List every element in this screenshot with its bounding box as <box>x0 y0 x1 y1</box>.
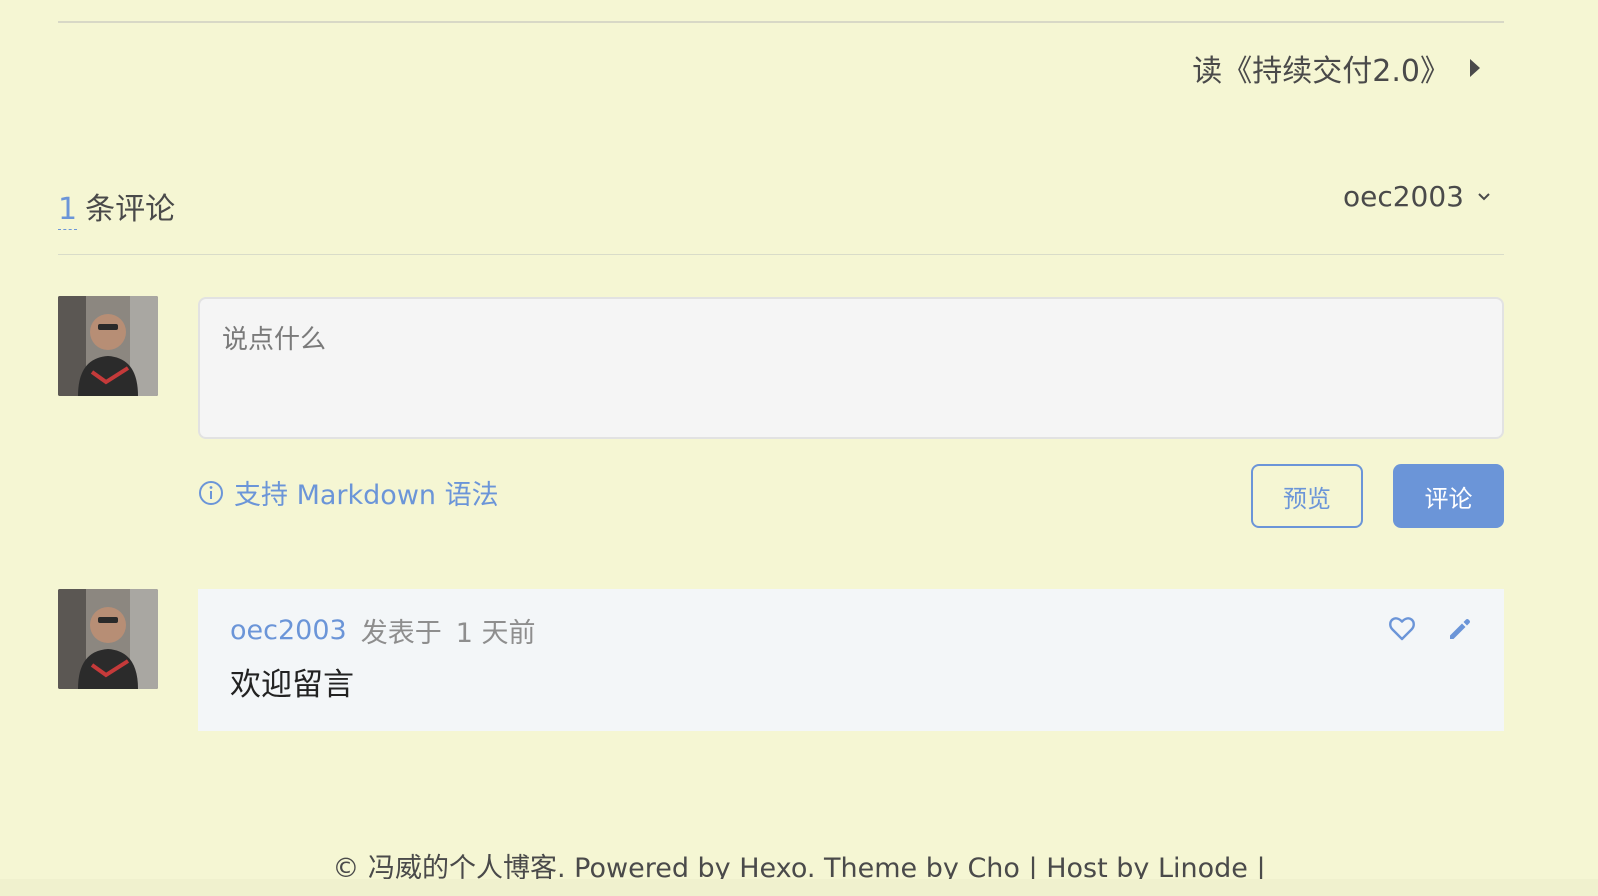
next-post-link[interactable]: 读《持续交付2.0》 <box>1192 46 1480 90</box>
pencil-icon <box>1450 618 1471 639</box>
comments-header: 1 条评论 oec2003 <box>58 180 1504 255</box>
comment-card: oec2003 发表于 1 天前 欢迎留言 <box>198 589 1504 731</box>
like-button[interactable] <box>1388 615 1416 643</box>
comment-count-label: 条评论 <box>85 192 176 227</box>
markdown-help-link[interactable]: 支持 Markdown 语法 <box>198 473 499 512</box>
comment-textarea[interactable] <box>200 299 1502 437</box>
comment-body: 欢迎留言 <box>230 667 354 703</box>
heart-icon <box>1389 617 1415 641</box>
comment-textarea-wrapper <box>198 297 1504 439</box>
user-menu[interactable]: oec2003 <box>1343 180 1490 213</box>
user-menu-name: oec2003 <box>1342 180 1464 213</box>
next-post-title: 读《持续交付2.0》 <box>1192 54 1450 89</box>
triangle-right-icon <box>1470 59 1480 77</box>
top-divider <box>58 21 1504 23</box>
comment-meta: oec2003 发表于 1 天前 <box>230 611 535 650</box>
comment-posted-prefix: 发表于 <box>360 618 442 649</box>
comment-author-avatar <box>58 589 158 689</box>
markdown-hint-text: 支持 Markdown 语法 <box>234 480 499 511</box>
preview-button[interactable]: 预览 <box>1251 464 1363 528</box>
current-user-avatar <box>58 296 158 396</box>
comment-author-link[interactable]: oec2003 <box>230 615 347 646</box>
footer-bar <box>0 879 1598 896</box>
chevron-down-icon <box>1478 192 1490 200</box>
comment-posted-time: 1 天前 <box>455 618 536 649</box>
info-icon <box>199 480 223 505</box>
comment-count: 1 条评论 <box>58 184 175 230</box>
comment-actions <box>1388 615 1474 643</box>
comment-count-number[interactable]: 1 <box>58 192 78 230</box>
submit-comment-button[interactable]: 评论 <box>1393 464 1504 528</box>
edit-button[interactable] <box>1446 615 1474 643</box>
